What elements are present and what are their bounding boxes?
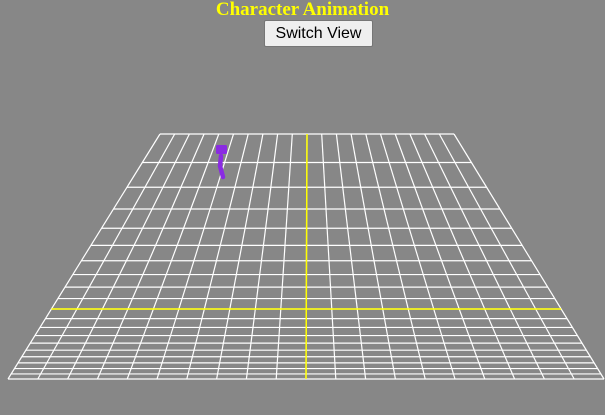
grid-column-line xyxy=(379,133,456,380)
grid-column-line xyxy=(350,133,396,380)
scene-viewport[interactable] xyxy=(0,0,605,415)
grid-column-line xyxy=(67,133,190,380)
grid-column-line xyxy=(7,133,161,380)
z-axis-line xyxy=(305,133,308,380)
grid-column-line xyxy=(245,133,279,380)
app-root: Character Animation Switch View xyxy=(0,0,605,415)
grid-column-line xyxy=(438,133,575,380)
grid-column-line xyxy=(424,133,545,380)
grid-column-line xyxy=(321,133,337,380)
grid-column-line xyxy=(275,133,293,380)
grid-column-line xyxy=(126,133,220,380)
grid-column-line xyxy=(96,133,205,380)
grid-column-line xyxy=(409,133,516,380)
grid-column-line xyxy=(365,133,426,380)
grid-column-line xyxy=(37,133,176,380)
character-head xyxy=(216,145,227,154)
character-body xyxy=(217,153,226,180)
grid-column-line xyxy=(453,133,605,380)
grid-column-line xyxy=(394,133,486,380)
grid-column-line xyxy=(186,133,249,380)
grid-column-line xyxy=(335,133,367,380)
